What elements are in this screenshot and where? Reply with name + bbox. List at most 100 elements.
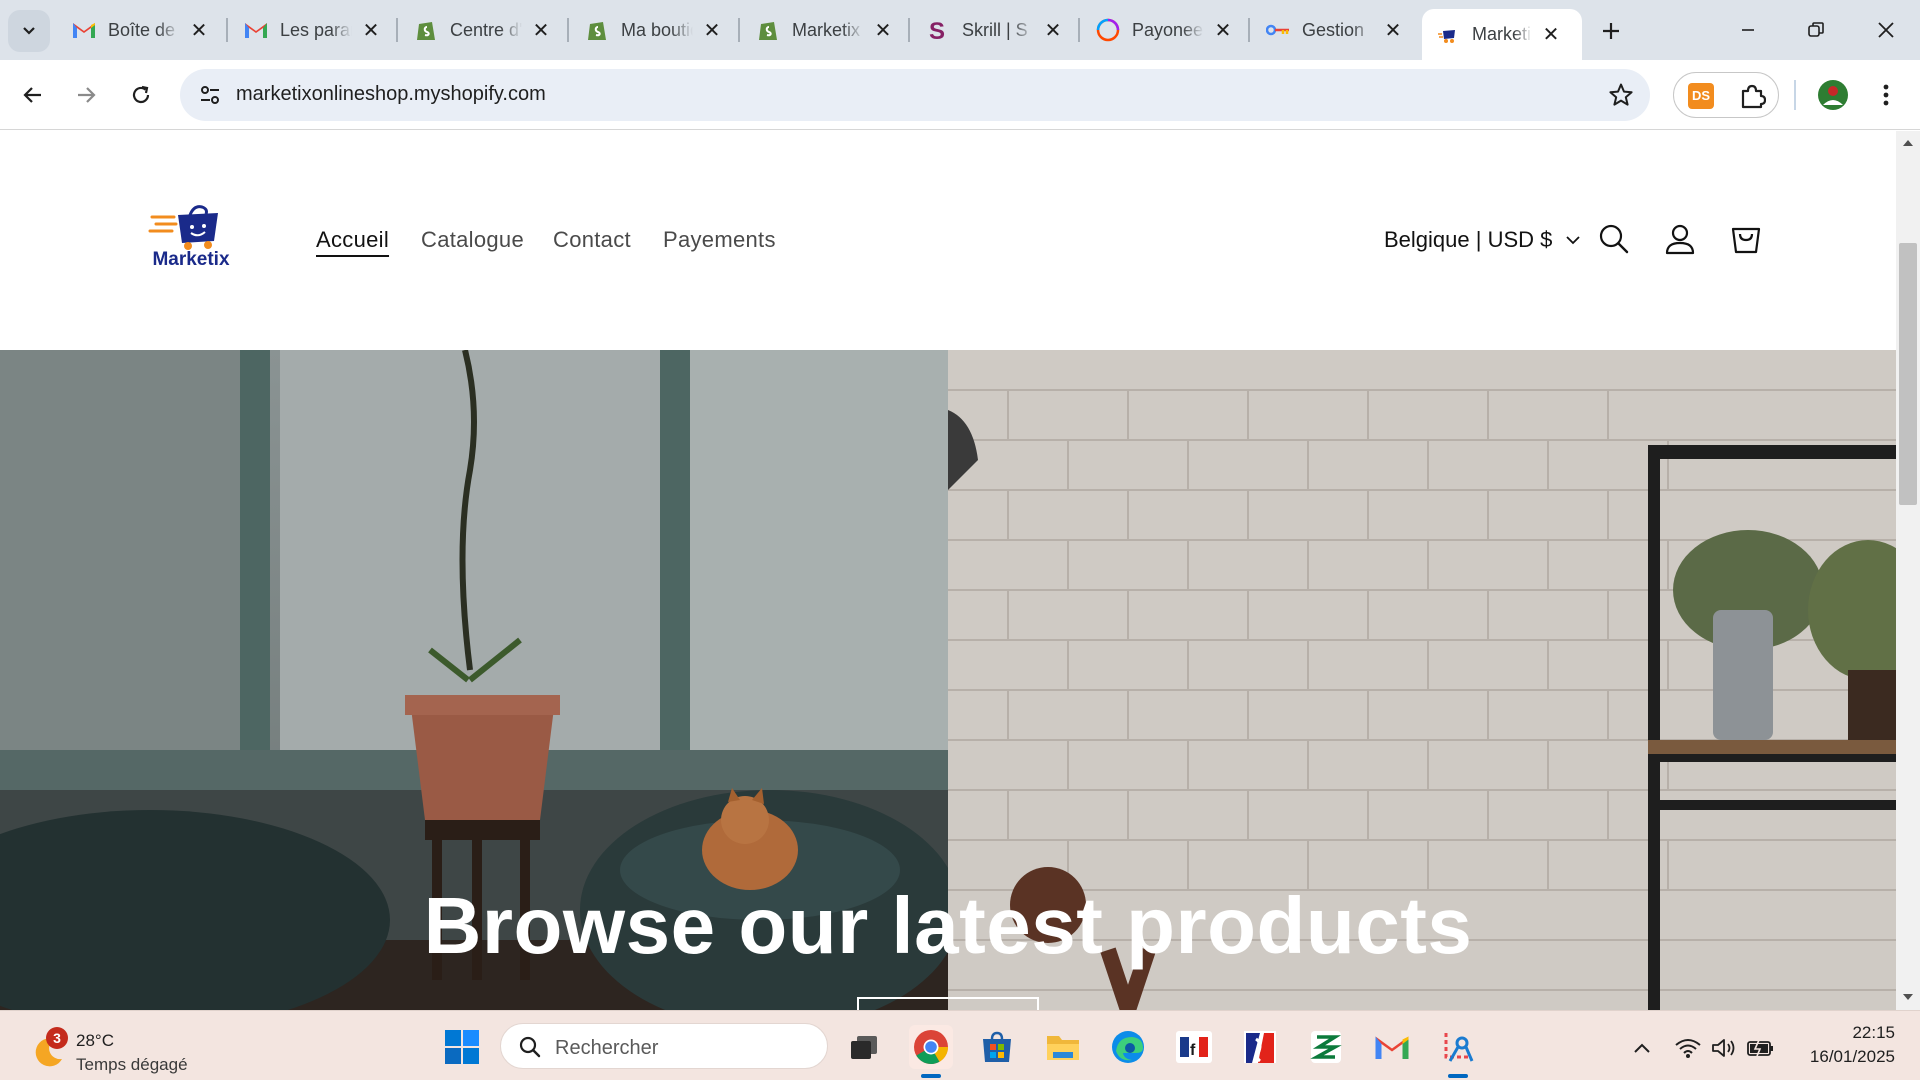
browser-tab-active[interactable]: Marketix ✕: [1422, 9, 1582, 60]
tab-separator: [1248, 18, 1250, 42]
restore-button[interactable]: [1788, 8, 1844, 52]
browser-menu-button[interactable]: [1864, 73, 1908, 117]
weather-temperature: 28°C: [76, 1031, 114, 1050]
browser-tabstrip: Boîte de réception ✕ Les paramètres ✕ Ce…: [0, 0, 1920, 60]
more-vertical-icon: [1883, 84, 1889, 106]
avatar: [1818, 80, 1848, 110]
wifi-icon[interactable]: [1673, 1033, 1703, 1063]
search-icon: [519, 1036, 541, 1058]
tab-separator: [396, 18, 398, 42]
battery-icon[interactable]: [1745, 1033, 1775, 1063]
start-button[interactable]: [440, 1025, 484, 1069]
chevron-up-icon: [1634, 1043, 1650, 1053]
volume-icon[interactable]: [1709, 1033, 1739, 1063]
close-window-button[interactable]: [1858, 8, 1914, 52]
browser-tab[interactable]: Boîte de réception ✕: [58, 9, 220, 51]
france-app-icon[interactable]: f: [1172, 1025, 1216, 1069]
ds-extension-icon[interactable]: DS: [1688, 83, 1714, 109]
back-button[interactable]: [11, 73, 55, 117]
url-text[interactable]: marketixonlineshop.myshopify.com: [236, 83, 546, 106]
scrollbar-thumb[interactable]: [1899, 243, 1917, 505]
system-clock[interactable]: 22:15 16/01/2025: [1785, 1021, 1895, 1069]
clock-date: 16/01/2025: [1809, 1047, 1895, 1066]
browser-tab[interactable]: Centre d'aide ✕: [400, 9, 562, 51]
scroll-down-icon[interactable]: [1902, 993, 1914, 1001]
reload-button[interactable]: [119, 73, 163, 117]
taskbar-search[interactable]: Rechercher: [500, 1023, 828, 1069]
puzzle-icon[interactable]: [1738, 82, 1767, 115]
weather-description: Temps dégagé: [76, 1055, 188, 1074]
browser-tab[interactable]: Payoneer ✕: [1082, 9, 1244, 51]
browser-tab[interactable]: Marketix ✕: [742, 9, 904, 51]
nav-link-payements[interactable]: Payements: [663, 227, 776, 253]
gmail-icon: [244, 18, 268, 42]
snipping-tool-icon[interactable]: [1436, 1025, 1480, 1078]
restore-icon: [1808, 22, 1824, 37]
notification-badge: 3: [46, 1027, 68, 1049]
close-icon[interactable]: ✕: [1540, 24, 1562, 46]
svg-text:f: f: [1190, 1042, 1196, 1059]
arrow-right-icon: [78, 87, 96, 103]
browser-tab[interactable]: Gestion ✕: [1252, 9, 1414, 51]
tab-title: Marketix: [1472, 24, 1532, 44]
svg-text:S: S: [929, 18, 945, 42]
extensions-group: DS: [1673, 72, 1779, 118]
close-icon[interactable]: ✕: [1212, 19, 1234, 42]
minimize-icon: [1742, 29, 1754, 31]
minimize-button[interactable]: [1720, 8, 1776, 52]
forward-button[interactable]: [64, 73, 108, 117]
bookmark-star-icon[interactable]: [1608, 82, 1634, 113]
skrill-icon: S: [926, 18, 950, 42]
tab-title: Les paramètres: [280, 19, 352, 40]
chrome-icon[interactable]: [909, 1025, 953, 1078]
new-tab-button[interactable]: [1592, 12, 1630, 50]
google-icon: [1266, 18, 1290, 42]
hero-cta-button[interactable]: [857, 997, 1039, 1010]
france-gov-icon[interactable]: [1238, 1025, 1282, 1069]
browser-tab[interactable]: Ma boutique ✕: [571, 9, 733, 51]
browser-tab[interactable]: Les paramètres ✕: [230, 9, 392, 51]
search-button[interactable]: [1592, 217, 1636, 261]
tab-search-button[interactable]: [8, 10, 50, 52]
tab-title: Ma boutique: [621, 19, 693, 40]
close-icon[interactable]: ✕: [872, 19, 894, 42]
close-icon[interactable]: ✕: [530, 19, 552, 42]
task-view-icon[interactable]: [842, 1025, 886, 1069]
nav-link-accueil[interactable]: Accueil: [316, 227, 389, 253]
gmail-icon[interactable]: [1370, 1025, 1414, 1069]
scroll-up-icon[interactable]: [1902, 139, 1914, 147]
profile-button[interactable]: [1811, 73, 1855, 117]
close-icon[interactable]: ✕: [1382, 19, 1404, 42]
edge-icon[interactable]: [1106, 1025, 1150, 1069]
nav-link-contact[interactable]: Contact: [553, 227, 631, 253]
country-currency-selector[interactable]: Belgique | USD $: [1384, 227, 1581, 253]
close-icon[interactable]: ✕: [360, 19, 382, 42]
site-settings-icon[interactable]: [198, 83, 222, 112]
marketix-icon: [1436, 23, 1460, 47]
arrow-left-icon: [23, 87, 41, 103]
store-icon[interactable]: [975, 1025, 1019, 1069]
toolbar-divider: [1794, 80, 1796, 110]
hero-banner: Browse our latest products: [0, 350, 1896, 1010]
payoneer-icon: [1096, 18, 1120, 42]
logo-text: Marketix: [152, 249, 230, 270]
tab-separator: [1078, 18, 1080, 42]
cart-button[interactable]: [1724, 217, 1768, 261]
tab-separator: [738, 18, 740, 42]
weather-widget[interactable]: 3 28°C Temps dégagé: [28, 1023, 228, 1074]
hero-heading: Browse our latest products: [423, 881, 1473, 970]
chevron-down-icon: [23, 27, 35, 35]
file-explorer-icon[interactable]: [1041, 1025, 1085, 1069]
nav-link-catalogue[interactable]: Catalogue: [421, 227, 524, 253]
app-z-icon[interactable]: [1304, 1025, 1348, 1069]
user-icon: [1665, 224, 1695, 255]
browser-tab[interactable]: S Skrill | S ✕: [912, 9, 1074, 51]
close-icon[interactable]: ✕: [1042, 19, 1064, 42]
close-icon[interactable]: ✕: [188, 19, 210, 42]
account-button[interactable]: [1658, 217, 1702, 261]
windows-taskbar: 3 28°C Temps dégagé Rechercher f 22:15 1…: [0, 1010, 1920, 1080]
close-icon[interactable]: ✕: [701, 19, 723, 42]
store-logo[interactable]: Marketix: [146, 203, 236, 275]
address-bar[interactable]: marketixonlineshop.myshopify.com: [180, 69, 1650, 121]
show-hidden-icons-button[interactable]: [1627, 1033, 1657, 1063]
